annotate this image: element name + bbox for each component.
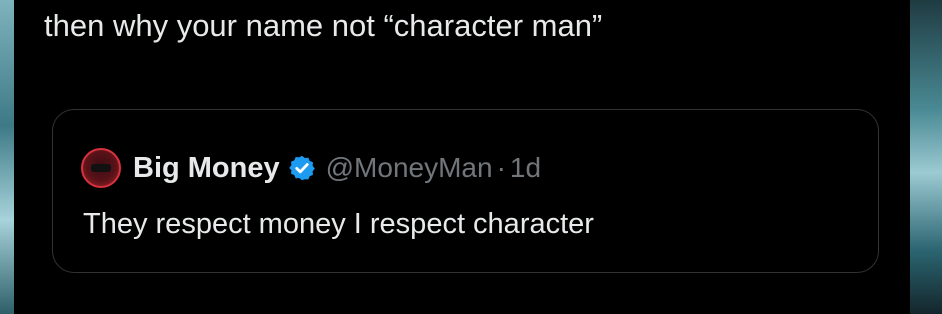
quoted-post-card[interactable]: Big Money @MoneyMan · 1d They respect mo… xyxy=(52,109,879,273)
verified-badge-icon xyxy=(288,155,315,181)
avatar[interactable] xyxy=(81,148,121,188)
background-right-edge xyxy=(908,0,942,314)
post-age[interactable]: 1d xyxy=(510,152,541,184)
author-name[interactable]: Big Money xyxy=(133,152,280,185)
quoted-post-text: They respect money I respect character xyxy=(83,208,594,240)
author-handle[interactable]: @MoneyMan xyxy=(326,152,493,184)
post-panel: then why your name not “character man” B… xyxy=(14,0,910,314)
separator-dot: · xyxy=(496,152,506,183)
reply-text: then why your name not “character man” xyxy=(44,8,603,43)
quoted-post-header: Big Money @MoneyMan · 1d xyxy=(81,148,541,188)
